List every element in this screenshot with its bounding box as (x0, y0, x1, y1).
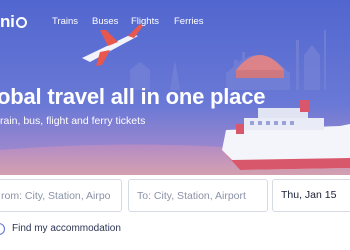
hero-subheadline: rain, bus, flight and ferry tickets (0, 115, 146, 127)
hero-banner: ni Trains Buses Flights Ferries obal tra… (0, 0, 350, 175)
nav-ferries[interactable]: Ferries (174, 15, 204, 29)
nav-buses[interactable]: Buses (92, 15, 118, 29)
logo[interactable]: ni (0, 12, 27, 32)
to-field[interactable] (128, 179, 268, 212)
accommodation-label: Find my accommodation (12, 223, 121, 234)
logo-text: ni (0, 12, 15, 31)
to-input[interactable] (137, 180, 267, 211)
search-bar: Thu, Jan 15 (0, 179, 350, 212)
accommodation-checkbox[interactable] (0, 223, 5, 235)
nav-trains[interactable]: Trains (52, 15, 78, 29)
date-field[interactable]: Thu, Jan 15 (272, 179, 350, 212)
from-field[interactable] (0, 179, 122, 212)
nav-flights[interactable]: Flights (131, 15, 159, 29)
hero-headline: obal travel all in one place (0, 84, 266, 109)
from-input[interactable] (1, 180, 121, 211)
logo-o-mark (15, 17, 27, 28)
